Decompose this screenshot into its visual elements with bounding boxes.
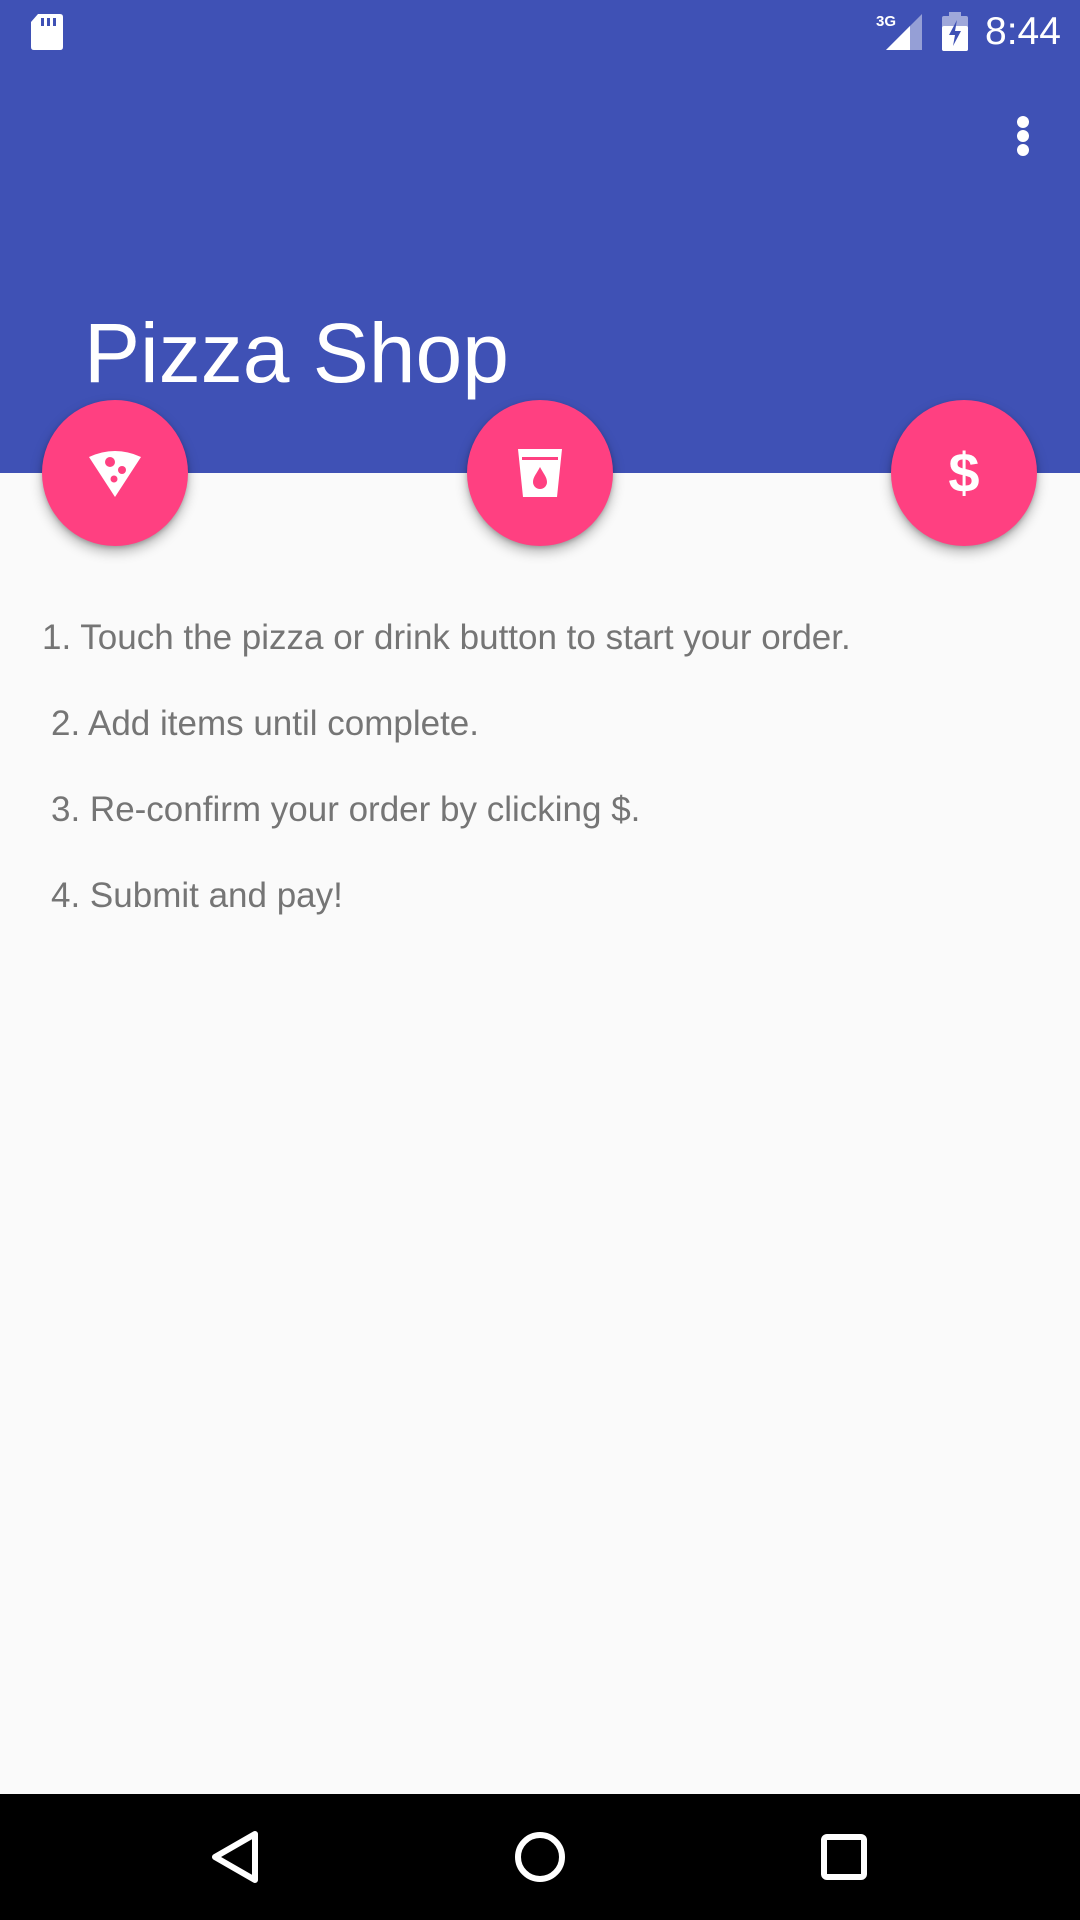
checkout-button[interactable]: $	[891, 400, 1037, 546]
navigation-bar	[0, 1794, 1080, 1920]
overflow-menu-button[interactable]	[1000, 106, 1046, 166]
page-title: Pizza Shop	[84, 306, 509, 400]
status-bar: 3G 8:44	[0, 0, 1080, 63]
network-type-text: 3G	[876, 13, 896, 30]
pizza-button[interactable]	[42, 400, 188, 546]
screen: 3G 8:44 Pizza Shop $ 1. Touch the pizza …	[0, 0, 1080, 1920]
instruction-step: 4. Submit and pay!	[51, 876, 343, 915]
instruction-step: 1. Touch the pizza or drink button to st…	[42, 618, 851, 657]
signal-3g-icon: 3G	[876, 13, 922, 50]
battery-charging-icon	[942, 12, 968, 51]
dollar-icon: $	[948, 441, 980, 504]
instruction-step: 2. Add items until complete.	[51, 704, 479, 743]
sd-card-icon	[31, 14, 63, 50]
more-vert-icon-dot-2	[1017, 130, 1029, 142]
recents-button[interactable]	[801, 1814, 887, 1900]
pizza-slice-icon	[89, 451, 141, 497]
back-icon	[212, 1831, 258, 1883]
drink-button[interactable]	[467, 400, 613, 546]
home-icon	[515, 1832, 565, 1882]
recents-icon	[821, 1834, 867, 1880]
status-clock: 8:44	[985, 10, 1061, 53]
more-vert-icon-dot-3	[1017, 144, 1029, 156]
back-button[interactable]	[193, 1814, 279, 1900]
drink-cup-icon	[518, 449, 562, 497]
instruction-step: 3. Re-confirm your order by clicking $.	[51, 790, 641, 829]
home-button[interactable]	[497, 1814, 583, 1900]
more-vert-icon-dot-1	[1017, 116, 1029, 128]
